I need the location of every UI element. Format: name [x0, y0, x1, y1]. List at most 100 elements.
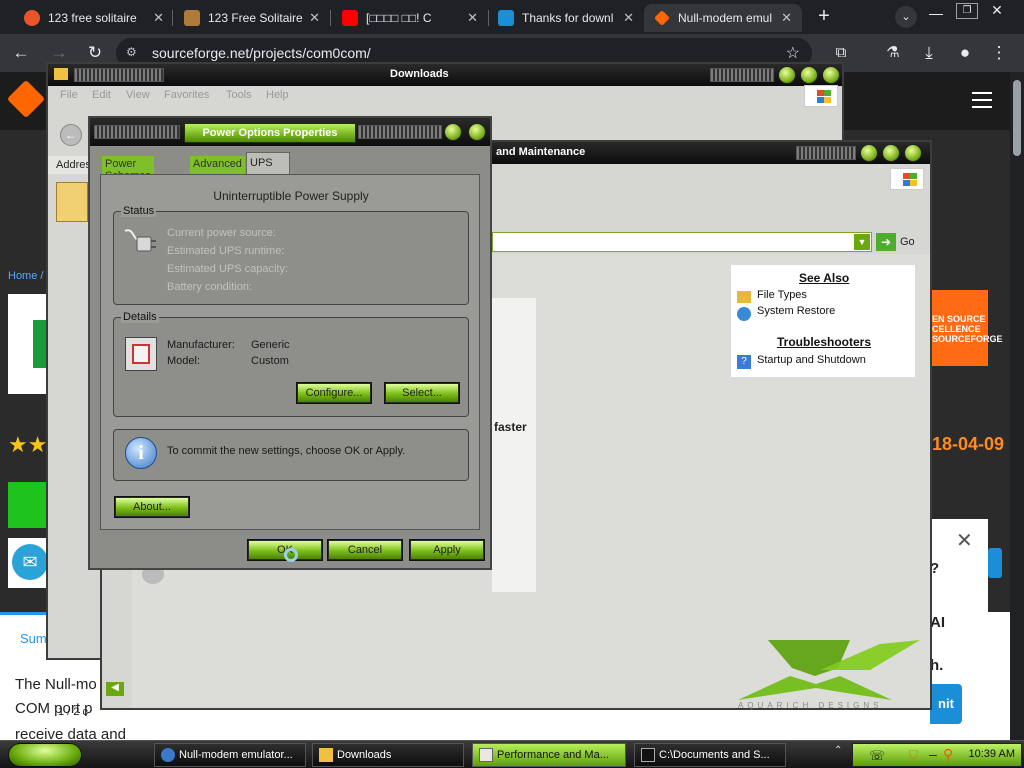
task-panel — [492, 298, 536, 592]
titlebar-grille — [796, 146, 856, 160]
address-dropdown-icon[interactable]: ▼ — [854, 234, 870, 250]
tab-close-icon[interactable]: ✕ — [309, 10, 320, 26]
ad-cta-button[interactable]: nit — [930, 684, 962, 724]
window-titlebar[interactable]: Downloads — [48, 64, 842, 86]
hamburger-menu-icon[interactable] — [972, 92, 992, 108]
about-button[interactable]: About... — [114, 496, 190, 518]
extensions-icon[interactable]: ⧉ — [830, 42, 852, 64]
ad-close-icon[interactable]: ✕ — [956, 528, 973, 553]
tab-power-schemes[interactable]: Power Schemes — [102, 156, 154, 182]
browser-tab-active[interactable]: Null-modem emul ✕ — [644, 4, 802, 32]
browser-tab[interactable]: 123 free solitaire ✕ — [14, 4, 174, 32]
tab-close-icon[interactable]: ✕ — [623, 10, 634, 26]
cancel-button[interactable]: Cancel — [327, 539, 403, 561]
ad-text: AI — [930, 614, 945, 631]
go-arrow-icon[interactable]: ➜ — [876, 233, 896, 251]
menu-view[interactable]: View — [126, 89, 150, 101]
site-info-icon[interactable]: ⚙ — [126, 45, 142, 61]
taskbar: Null-modem emulator... Downloads Perform… — [0, 740, 1024, 768]
menu-favorites[interactable]: Favorites — [164, 89, 209, 101]
taskbar-item-label: Performance and Ma... — [497, 749, 609, 761]
tab-label: Thanks for downl — [522, 11, 614, 25]
network-icon[interactable]: ☏ — [869, 748, 885, 764]
taskbar-item-active[interactable]: Performance and Ma... — [472, 743, 626, 767]
profile-icon[interactable]: ● — [954, 42, 976, 64]
close-window-icon[interactable]: ✕ — [986, 3, 1008, 19]
security-shield-icon[interactable]: ⛉ — [909, 748, 918, 763]
close-icon[interactable] — [904, 144, 922, 162]
info-text: To commit the new settings, choose OK or… — [167, 445, 406, 457]
see-also-file-types[interactable]: File Types — [757, 289, 807, 301]
forward-icon[interactable]: → — [48, 42, 70, 64]
download-icon[interactable]: ⤓ — [918, 42, 940, 64]
minimize-icon[interactable] — [929, 5, 943, 15]
browser-tab[interactable]: Thanks for downl ✕ — [488, 4, 644, 32]
clock[interactable]: 10:39 AM — [969, 748, 1015, 760]
start-button[interactable] — [8, 743, 82, 767]
file-types-icon — [737, 291, 751, 303]
breadcrumb[interactable]: Home / — [8, 270, 43, 282]
browser-tab[interactable]: 123 Free Solitaire ✕ — [174, 4, 330, 32]
tab-search-icon[interactable]: ⌄ — [895, 6, 917, 28]
zip-folder-icon[interactable] — [56, 182, 88, 222]
volume-icon[interactable]: – — [929, 746, 937, 762]
back-icon[interactable]: ← — [10, 42, 32, 64]
maximize-icon[interactable] — [882, 144, 900, 162]
help-icon[interactable] — [444, 123, 462, 141]
sourceforge-logo-icon[interactable] — [6, 79, 46, 119]
see-also-title: See Also — [799, 271, 850, 285]
tab-close-icon[interactable]: ✕ — [153, 10, 164, 26]
url-text[interactable]: sourceforge.net/projects/com0com/ — [152, 45, 371, 61]
tab-close-icon[interactable]: ✕ — [467, 10, 478, 26]
ad-button[interactable] — [988, 548, 1002, 578]
rating-stars-icon: ★★ — [8, 432, 48, 457]
troubleshooter-startup[interactable]: Startup and Shutdown — [757, 354, 866, 366]
taskbar-item[interactable]: Downloads — [312, 743, 464, 767]
menu-kebab-icon[interactable]: ⋮ — [988, 42, 1010, 64]
last-update-date: 18-04-09 — [932, 434, 1005, 454]
taskbar-item-label: C:\Documents and S... — [659, 749, 770, 761]
apply-button[interactable]: Apply — [409, 539, 485, 561]
go-label[interactable]: Go — [900, 236, 915, 248]
menu-file[interactable]: File — [60, 89, 78, 101]
tab-ups[interactable]: UPS — [246, 152, 290, 174]
minimize-icon[interactable] — [778, 66, 796, 84]
new-tab-button[interactable]: + — [813, 6, 835, 28]
labs-flask-icon[interactable]: ⚗ — [882, 42, 904, 64]
taskbar-item[interactable]: Null-modem emulator... — [154, 743, 306, 767]
tab-close-icon[interactable]: ✕ — [781, 10, 792, 26]
page-scrollbar[interactable] — [1010, 72, 1024, 768]
maximize-icon[interactable] — [800, 66, 818, 84]
configure-button[interactable]: Configure... — [296, 382, 372, 404]
menu-edit[interactable]: Edit — [92, 89, 111, 101]
bookmark-star-icon[interactable]: ☆ — [786, 43, 800, 63]
menu-tools[interactable]: Tools — [226, 89, 252, 101]
see-also-system-restore[interactable]: System Restore — [757, 305, 835, 317]
taskbar-item[interactable]: C:\Documents and S... — [634, 743, 786, 767]
system-restore-icon — [737, 307, 751, 321]
back-nav-icon[interactable]: ← — [60, 124, 82, 146]
system-tray: ☏ ⛉ – ⚲ 10:39 AM — [852, 743, 1022, 767]
tray-expand-icon[interactable]: ⌃ — [834, 745, 842, 756]
reload-icon[interactable]: ↻ — [84, 42, 106, 64]
mail-icon[interactable]: ✉ — [12, 544, 48, 580]
scroll-left-icon[interactable]: ◀ — [106, 682, 124, 696]
address-input[interactable] — [492, 232, 872, 252]
dialog-titlebar[interactable]: Power Options Properties — [90, 118, 490, 146]
scrollbar-thumb[interactable] — [1013, 80, 1021, 156]
close-icon[interactable] — [822, 66, 840, 84]
tab-separator — [330, 10, 331, 26]
menu-help[interactable]: Help — [266, 89, 289, 101]
minimize-icon[interactable] — [860, 144, 878, 162]
close-icon[interactable] — [468, 123, 486, 141]
select-button[interactable]: Select... — [384, 382, 460, 404]
tab-advanced[interactable]: Advanced — [190, 156, 245, 174]
description-line: The Null-mo — [15, 676, 97, 693]
tab-favicon-icon — [24, 10, 40, 26]
browser-tab[interactable]: [□□□□ □□! C ✕ — [332, 4, 488, 32]
download-button[interactable] — [8, 482, 50, 528]
search-icon[interactable]: ⚲ — [943, 746, 953, 763]
tab-summary[interactable]: Sum — [20, 631, 47, 646]
task-text: faster — [494, 420, 527, 434]
restore-icon[interactable]: ❐ — [956, 3, 978, 19]
